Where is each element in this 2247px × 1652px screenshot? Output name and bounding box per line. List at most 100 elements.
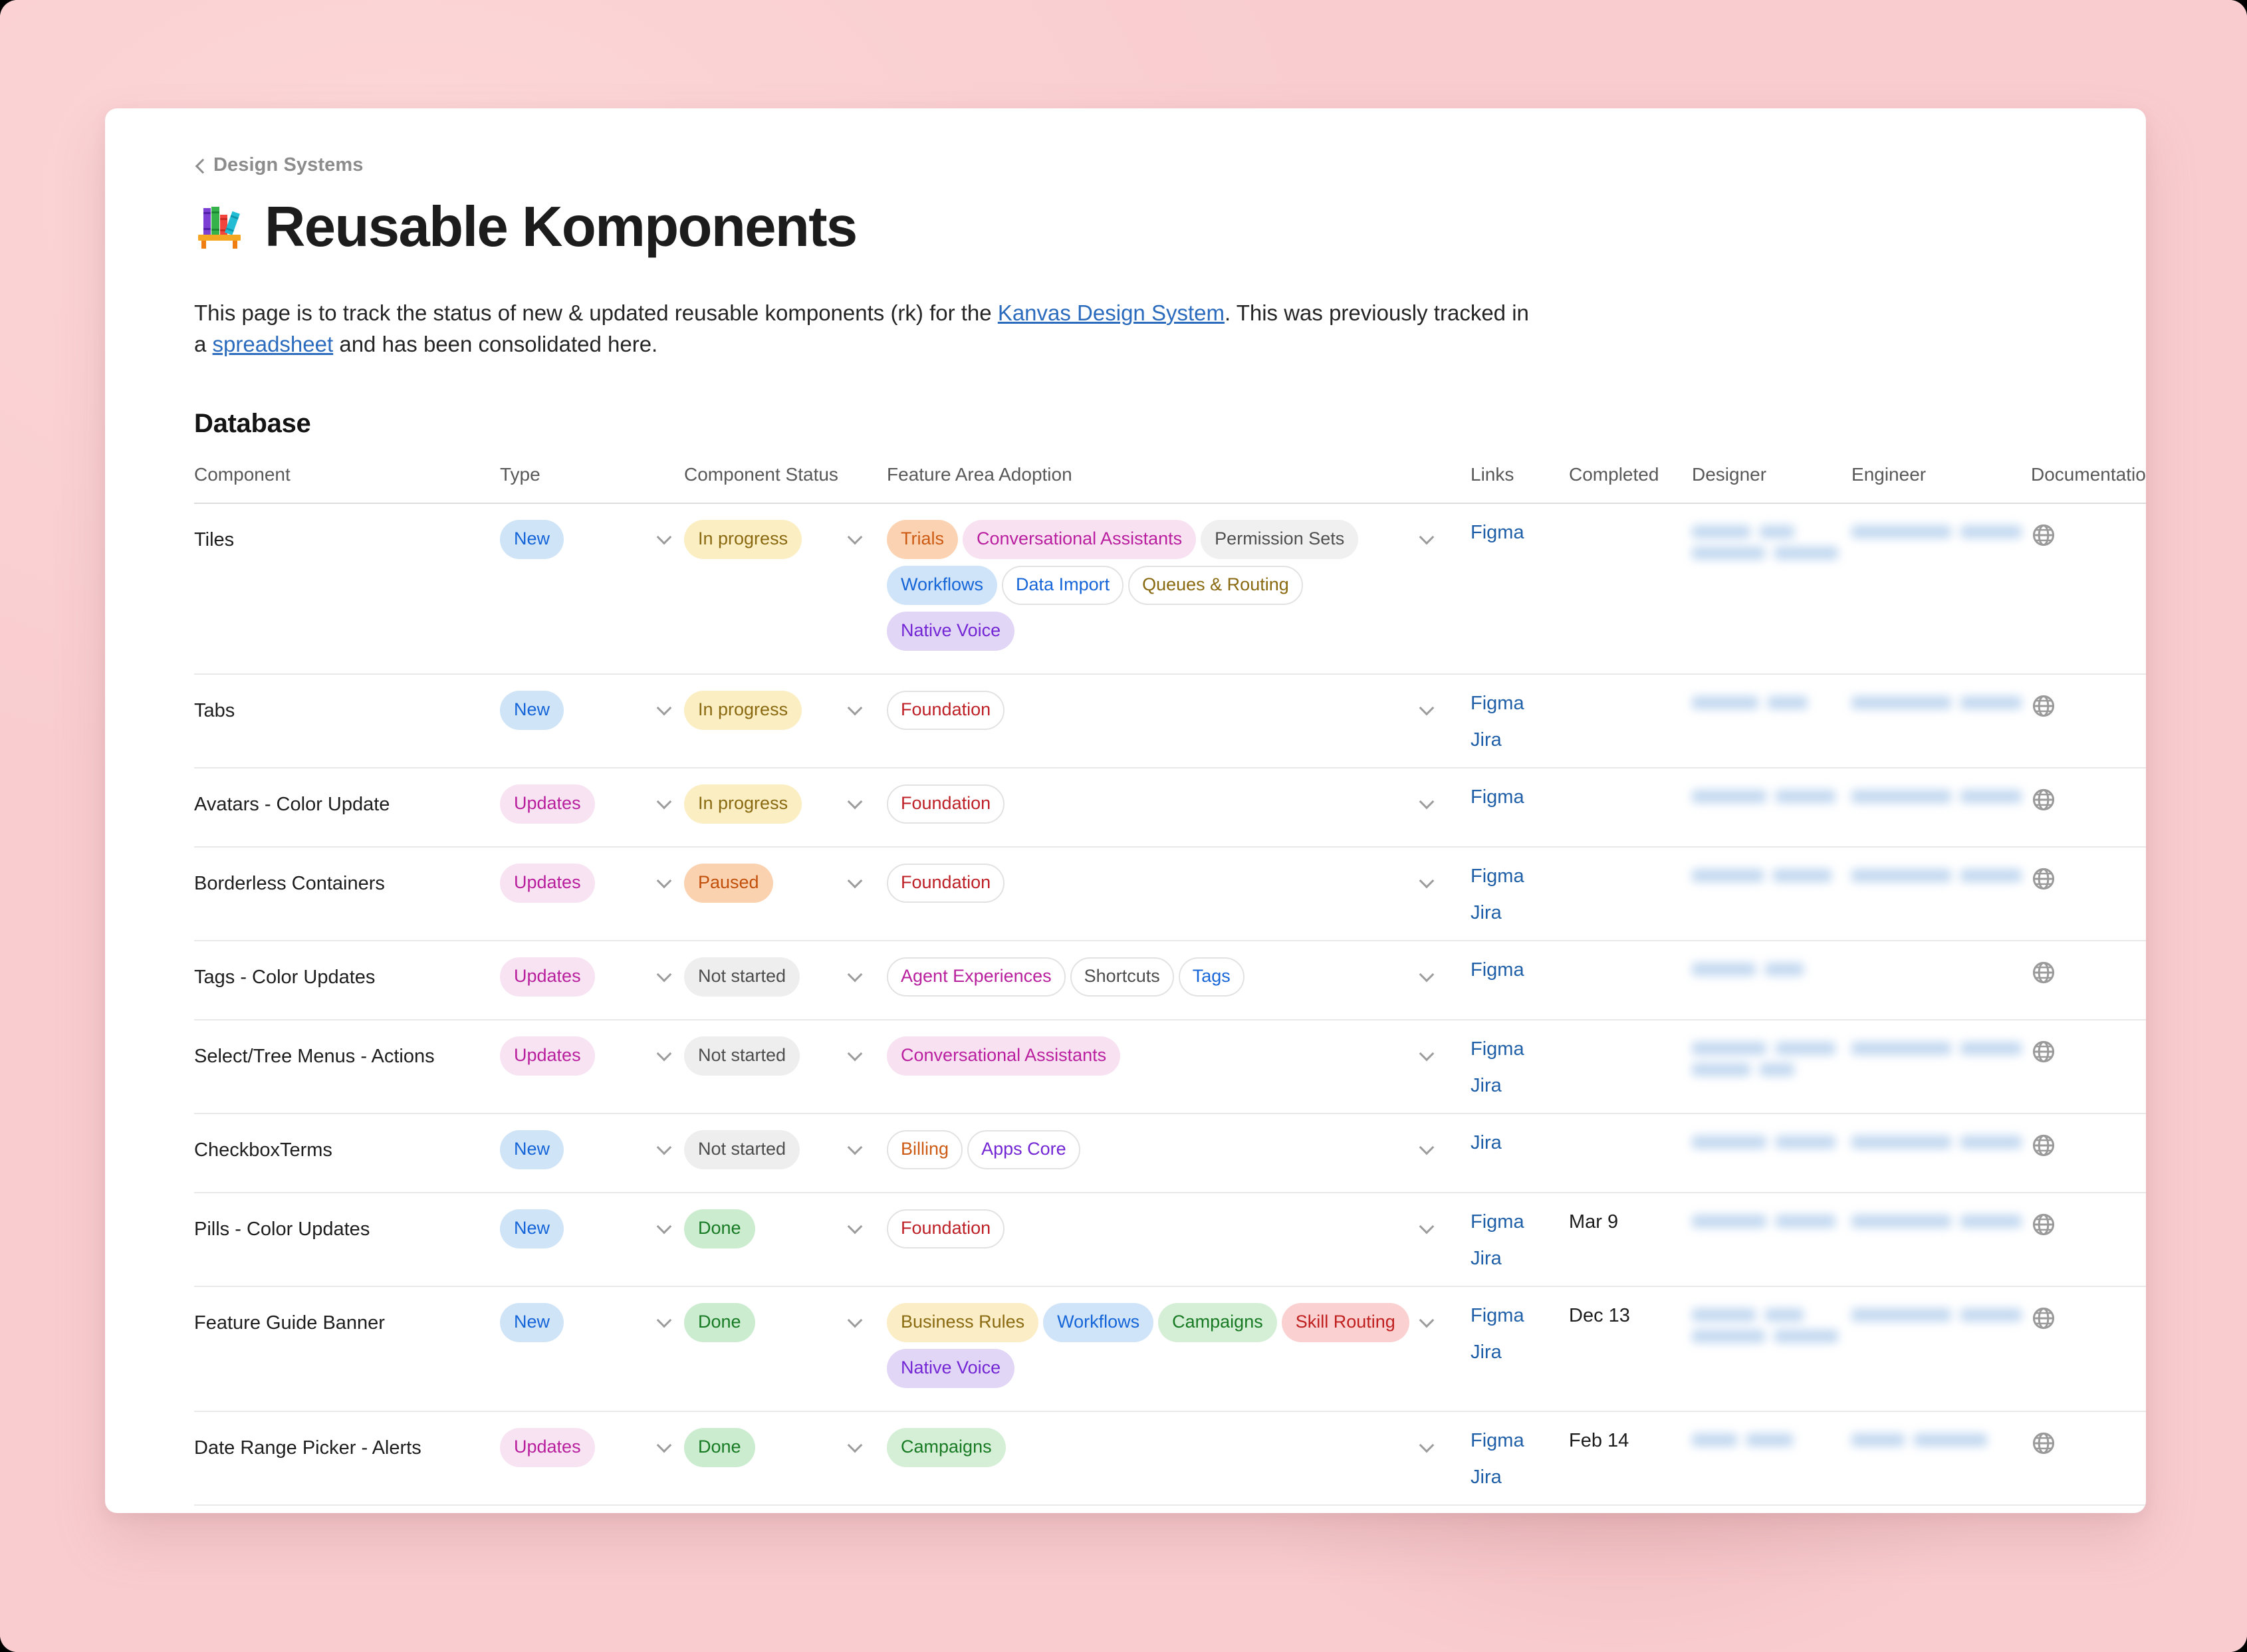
chevron-down-icon[interactable] — [847, 1314, 864, 1331]
chevron-down-icon[interactable] — [847, 1047, 864, 1064]
feature-area-chip[interactable]: Trials — [887, 520, 959, 560]
spreadsheet-link[interactable]: spreadsheet — [213, 332, 334, 356]
chevron-down-icon[interactable] — [1419, 1314, 1436, 1331]
feature-area-chip[interactable]: Tags — [1178, 957, 1244, 997]
chevron-down-icon[interactable] — [847, 874, 864, 891]
link-jira[interactable]: Jira — [1471, 902, 1569, 924]
feature-area-chip[interactable]: Permission Sets — [1201, 520, 1359, 560]
column-header-documentation[interactable]: Documentation — [2031, 464, 2146, 503]
breadcrumb[interactable]: Design Systems — [194, 151, 2106, 179]
status-chip[interactable]: Done — [684, 1428, 755, 1468]
column-header-type[interactable]: Type — [500, 464, 656, 503]
globe-icon[interactable] — [2031, 1039, 2146, 1064]
chevron-down-icon[interactable] — [656, 968, 673, 985]
chevron-down-icon[interactable] — [656, 874, 673, 891]
link-figma[interactable]: Figma — [1471, 693, 1569, 715]
column-header-completed[interactable]: Completed — [1569, 464, 1692, 503]
feature-area-chip[interactable]: Campaigns — [1158, 1303, 1277, 1343]
feature-area-chip[interactable]: Campaigns — [887, 1428, 1006, 1468]
status-chip[interactable]: In progress — [684, 691, 802, 731]
type-chip[interactable]: New — [500, 1303, 564, 1343]
type-chip[interactable]: Updates — [500, 1036, 595, 1076]
column-header-designer[interactable]: Designer — [1692, 464, 1851, 503]
globe-icon[interactable] — [2031, 693, 2146, 719]
chevron-down-icon[interactable] — [1419, 795, 1436, 812]
feature-area-chip[interactable]: Native Voice — [887, 612, 1015, 651]
feature-area-chip[interactable]: Workflows — [887, 566, 998, 606]
status-chip[interactable]: In progress — [684, 520, 802, 560]
type-chip[interactable]: New — [500, 1209, 564, 1249]
chevron-down-icon[interactable] — [1419, 701, 1436, 719]
chevron-down-icon[interactable] — [656, 1439, 673, 1456]
link-jira[interactable]: Jira — [1471, 1342, 1569, 1363]
column-header-engineer[interactable]: Engineer — [1851, 464, 2031, 503]
link-figma[interactable]: Figma — [1471, 1211, 1569, 1233]
link-jira[interactable]: Jira — [1471, 1132, 1569, 1154]
feature-area-chip[interactable]: Shortcuts — [1070, 957, 1174, 997]
chevron-down-icon[interactable] — [656, 1047, 673, 1064]
chevron-down-icon[interactable] — [1419, 1141, 1436, 1158]
chevron-down-icon[interactable] — [847, 701, 864, 719]
feature-area-chip[interactable]: Queues & Routing — [1128, 566, 1303, 606]
chevron-down-icon[interactable] — [847, 1220, 864, 1237]
status-chip[interactable]: Not started — [684, 957, 800, 997]
link-figma[interactable]: Figma — [1471, 1430, 1569, 1452]
chevron-down-icon[interactable] — [656, 1220, 673, 1237]
status-chip[interactable]: Paused — [684, 864, 773, 903]
feature-area-chip[interactable]: Workflows — [1043, 1303, 1154, 1343]
link-jira[interactable]: Jira — [1471, 1467, 1569, 1488]
chevron-down-icon[interactable] — [656, 1314, 673, 1331]
status-chip[interactable]: Not started — [684, 1130, 800, 1170]
globe-icon[interactable] — [2031, 1306, 2146, 1331]
status-chip[interactable]: Not started — [684, 1036, 800, 1076]
chevron-down-icon[interactable] — [1419, 1220, 1436, 1237]
feature-area-chip[interactable]: Conversational Assistants — [963, 520, 1197, 560]
feature-area-chip[interactable]: Apps Core — [967, 1130, 1080, 1170]
feature-area-chip[interactable]: Skill Routing — [1281, 1303, 1409, 1343]
globe-icon[interactable] — [2031, 866, 2146, 891]
link-jira[interactable]: Jira — [1471, 1075, 1569, 1097]
column-header-component[interactable]: Component — [194, 464, 500, 503]
feature-area-chip[interactable]: Foundation — [887, 784, 1005, 824]
chevron-down-icon[interactable] — [1419, 874, 1436, 891]
feature-area-chip[interactable]: Data Import — [1002, 566, 1124, 606]
kanvas-design-system-link[interactable]: Kanvas Design System — [998, 300, 1225, 325]
link-jira[interactable]: Jira — [1471, 1248, 1569, 1270]
chevron-down-icon[interactable] — [847, 1141, 864, 1158]
feature-area-chip[interactable]: Native Voice — [887, 1349, 1015, 1389]
link-figma[interactable]: Figma — [1471, 1305, 1569, 1327]
chevron-down-icon[interactable] — [847, 795, 864, 812]
feature-area-chip[interactable]: Foundation — [887, 691, 1005, 731]
chevron-down-icon[interactable] — [847, 968, 864, 985]
type-chip[interactable]: New — [500, 520, 564, 560]
feature-area-chip[interactable]: Foundation — [887, 864, 1005, 903]
feature-area-chip[interactable]: Conversational Assistants — [887, 1036, 1121, 1076]
link-figma[interactable]: Figma — [1471, 522, 1569, 544]
status-chip[interactable]: In progress — [684, 784, 802, 824]
chevron-down-icon[interactable] — [847, 1439, 864, 1456]
feature-area-chip[interactable]: Foundation — [887, 1209, 1005, 1249]
type-chip[interactable]: Updates — [500, 784, 595, 824]
link-figma[interactable]: Figma — [1471, 786, 1569, 808]
feature-area-chip[interactable]: Billing — [887, 1130, 963, 1170]
feature-area-chip[interactable]: Agent Experiences — [887, 957, 1066, 997]
globe-icon[interactable] — [2031, 1133, 2146, 1158]
chevron-down-icon[interactable] — [656, 795, 673, 812]
globe-icon[interactable] — [2031, 960, 2146, 985]
type-chip[interactable]: Updates — [500, 957, 595, 997]
column-header-links[interactable]: Links — [1471, 464, 1569, 503]
column-header-feature-area-adoption[interactable]: Feature Area Adoption — [887, 464, 1471, 503]
status-chip[interactable]: Done — [684, 1209, 755, 1249]
feature-area-chip[interactable]: Business Rules — [887, 1303, 1039, 1343]
chevron-down-icon[interactable] — [1419, 1047, 1436, 1064]
chevron-down-icon[interactable] — [656, 1141, 673, 1158]
chevron-down-icon[interactable] — [656, 701, 673, 719]
type-chip[interactable]: New — [500, 1130, 564, 1170]
chevron-down-icon[interactable] — [656, 531, 673, 548]
column-header-component-status[interactable]: Component Status — [684, 464, 887, 503]
chevron-down-icon[interactable] — [1419, 968, 1436, 985]
globe-icon[interactable] — [2031, 1212, 2146, 1237]
status-chip[interactable]: Done — [684, 1303, 755, 1343]
link-figma[interactable]: Figma — [1471, 866, 1569, 887]
link-figma[interactable]: Figma — [1471, 959, 1569, 981]
